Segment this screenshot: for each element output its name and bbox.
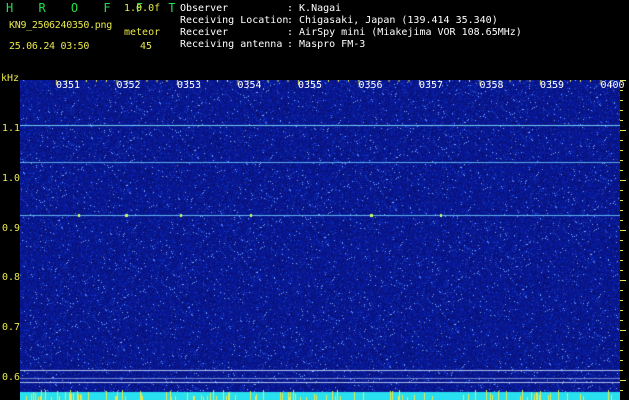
right-tick [620, 350, 623, 351]
hrofft-window: H R O F F T 1.0.0f KN9_2506240350.png me… [0, 0, 629, 400]
x-tick-label: 0353 [177, 80, 202, 91]
observer-value: : K.Nagai [287, 3, 342, 14]
meteor-label: meteor [124, 27, 161, 38]
right-tick [620, 300, 623, 301]
right-tick [620, 200, 623, 201]
right-tick [620, 180, 626, 181]
right-tick [620, 170, 623, 171]
y-tick-label: 1.1 [2, 123, 21, 134]
date-time: 25.06.24 03:50 [9, 41, 90, 52]
right-tick [620, 360, 623, 361]
right-tick [620, 110, 623, 111]
right-tick [620, 240, 623, 241]
right-tick [620, 160, 623, 161]
location-label: Receiving Location [180, 15, 289, 26]
right-tick [620, 270, 623, 271]
spectrogram [20, 80, 620, 400]
x-tick-label: 0355 [298, 80, 323, 91]
x-tick-label: 0359 [540, 80, 565, 91]
y-tick-label: 0.6 [2, 372, 21, 383]
right-tick [620, 150, 623, 151]
y-tick-label: 1.0 [2, 173, 21, 184]
right-tick [620, 100, 623, 101]
x-tick-label: 0351 [56, 80, 81, 91]
right-tick [620, 250, 623, 251]
right-tick [620, 370, 623, 371]
x-tick-label: 0354 [237, 80, 262, 91]
right-tick [620, 130, 626, 131]
x-tick-label: 0358 [479, 80, 504, 91]
meteor-count: 45 [140, 41, 153, 52]
right-tick [620, 380, 626, 381]
x-tick-label: 0356 [358, 80, 383, 91]
antenna-value: : Maspro FM-3 [287, 39, 366, 50]
spectrogram-canvas [20, 80, 620, 400]
right-tick [620, 230, 626, 231]
right-tick [620, 120, 623, 121]
receiver-value: : AirSpy mini (Miakejima VOR 108.65MHz) [287, 27, 522, 38]
right-tick [620, 210, 623, 211]
x-tick-label: 0400 [600, 80, 625, 91]
receiver-label: Receiver [180, 27, 229, 38]
y-tick-label: 0.9 [2, 223, 21, 234]
observer-label: Observer [180, 3, 229, 14]
right-tick [620, 320, 623, 321]
right-tick [620, 220, 623, 221]
right-tick [620, 330, 626, 331]
right-tick [620, 280, 626, 281]
location-value: : Chigasaki, Japan (139.414 35.340) [287, 15, 498, 26]
x-tick-label: 0357 [419, 80, 444, 91]
y-tick-label: 0.7 [2, 322, 21, 333]
antenna-label: Receiving antenna [180, 39, 283, 50]
right-axis-ticks [620, 80, 629, 400]
right-tick [620, 140, 623, 141]
right-tick [620, 260, 623, 261]
app-version: 1.0.0f [124, 3, 161, 14]
right-tick [620, 390, 623, 391]
x-tick-label: 0352 [116, 80, 141, 91]
y-tick-label: 0.8 [2, 272, 21, 283]
right-tick [620, 290, 623, 291]
right-tick [620, 310, 623, 311]
file-name: KN9_2506240350.png [9, 20, 112, 31]
right-tick [620, 340, 623, 341]
y-axis-unit: kHz [1, 73, 20, 84]
right-tick [620, 190, 623, 191]
